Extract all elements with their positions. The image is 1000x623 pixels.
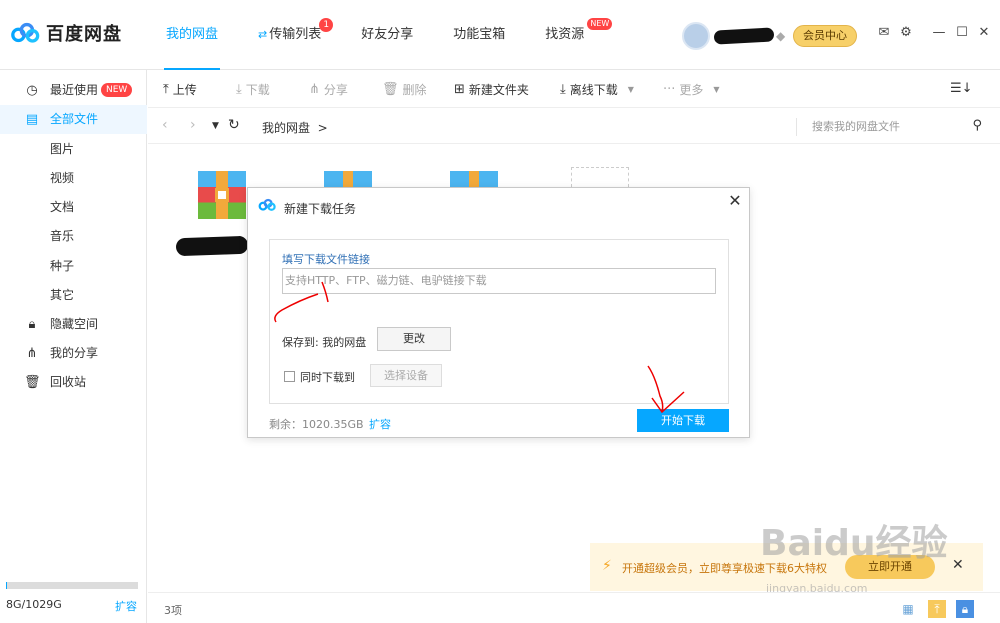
status-bar: 3项 ▦ ⤒ 🔒︎	[148, 592, 1000, 623]
grid-view-icon[interactable]: ▦	[899, 600, 917, 618]
lightning-icon: ⚡	[602, 558, 612, 574]
close-icon[interactable]: ✕	[952, 557, 964, 573]
upload-icon[interactable]: ⤒	[928, 600, 946, 618]
item-count: 3项	[164, 604, 182, 617]
watermark: Baidu经验	[760, 523, 948, 564]
lock-icon[interactable]: 🔒︎	[956, 600, 974, 618]
